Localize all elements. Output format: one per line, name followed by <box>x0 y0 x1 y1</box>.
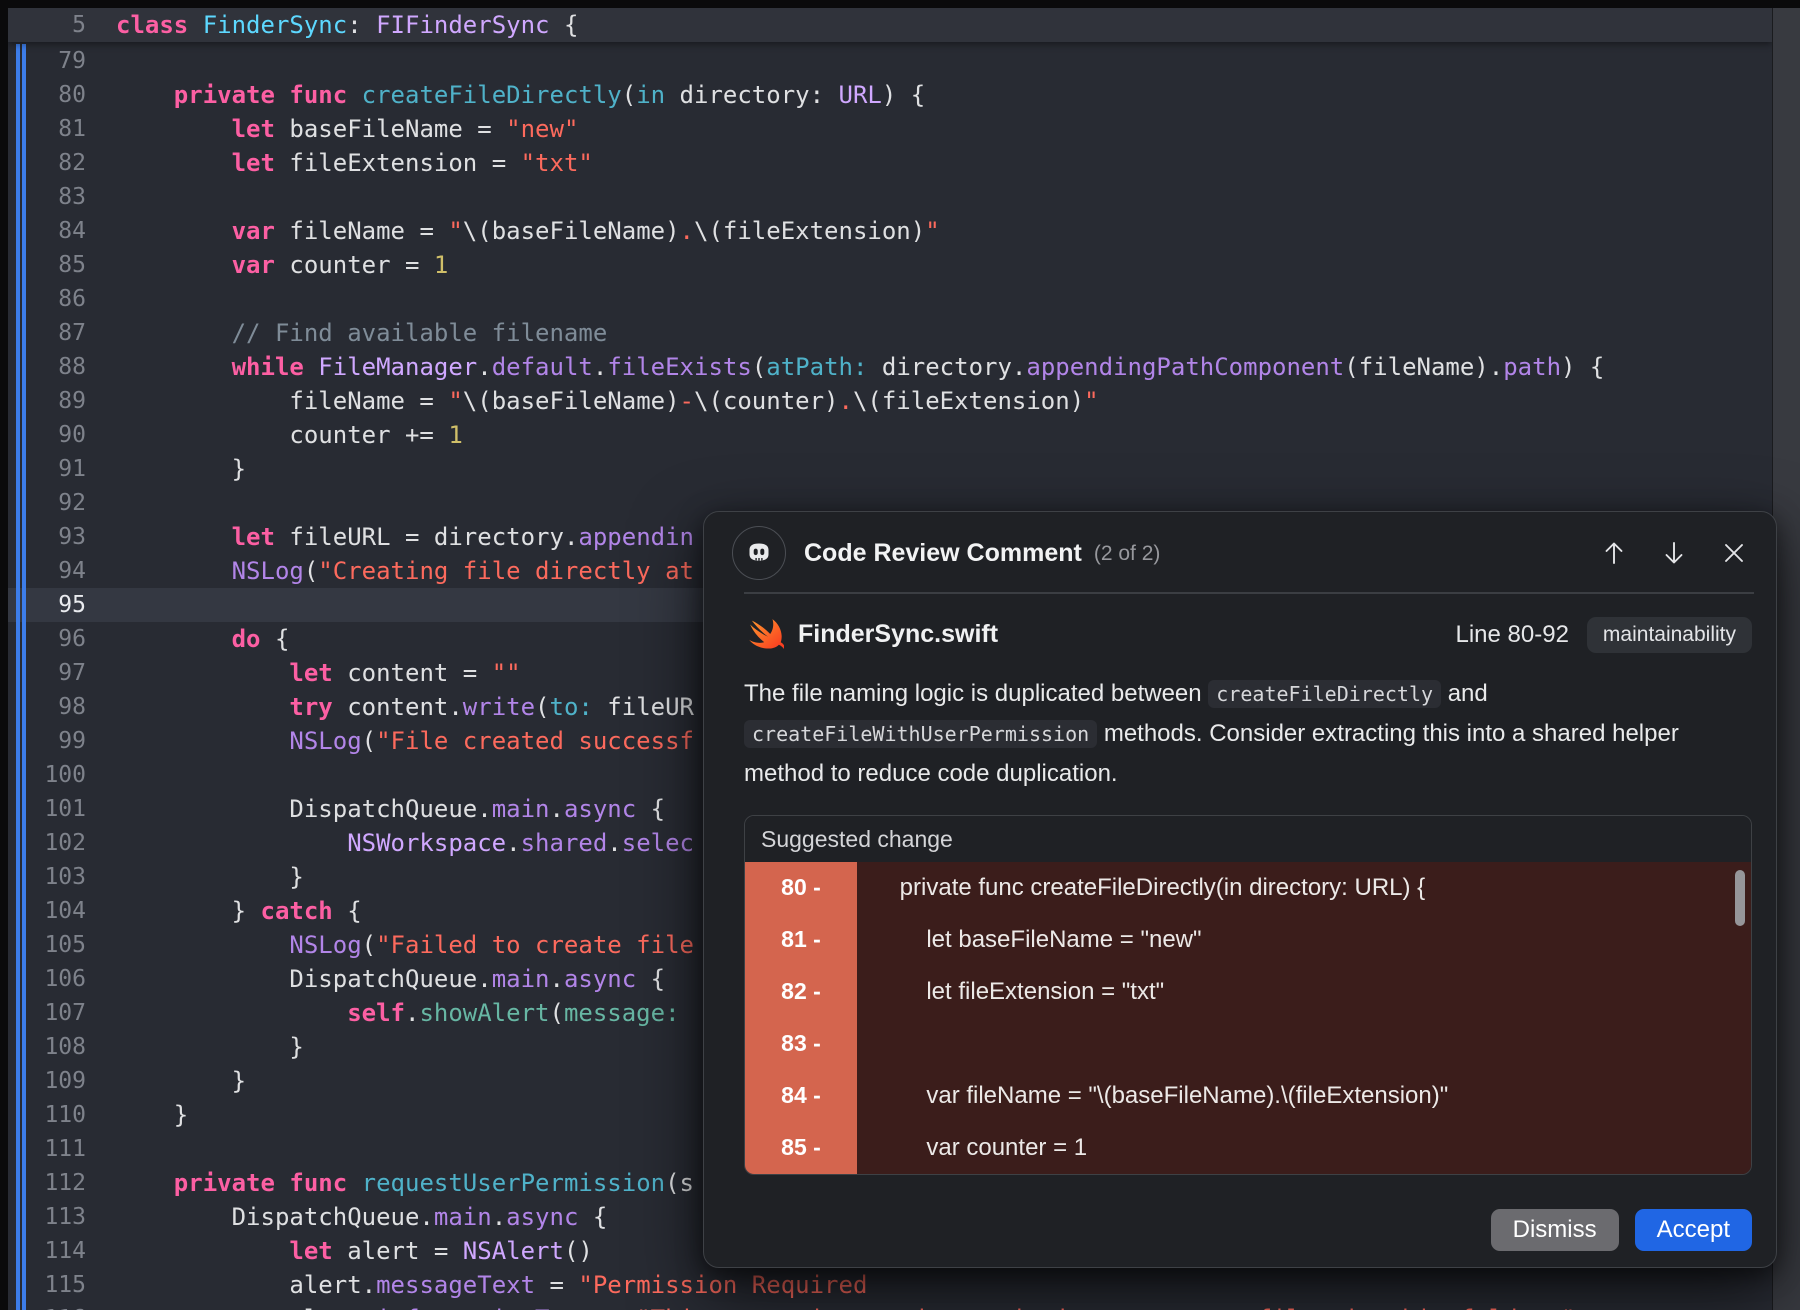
diff-code: let baseFileName = "new" <box>857 926 1202 954</box>
code-line-90[interactable]: 90 counter += 1 <box>8 418 1772 452</box>
line-code: fileName = "\(baseFileName)-\(counter).\… <box>116 384 1099 418</box>
sticky-line-number: 5 <box>8 8 108 42</box>
category-badge: maintainability <box>1587 617 1752 653</box>
line-code: while FileManager.default.fileExists(atP… <box>116 350 1604 384</box>
line-code: var counter = 1 <box>116 248 448 282</box>
comment-body: The file naming logic is duplicated betw… <box>744 674 1694 793</box>
sticky-declaration-header: 5 class FinderSync: FIFinderSync { <box>8 8 1772 42</box>
previous-comment-button[interactable] <box>1598 537 1630 569</box>
diff-line-number: 82 - <box>745 966 857 1018</box>
popup-title: Code Review Comment <box>804 539 1082 568</box>
diff-code: var counter = 1 <box>857 1134 1087 1162</box>
line-code: var fileName = "\(baseFileName).\(fileEx… <box>116 214 940 248</box>
line-code: // Find available filename <box>116 316 607 350</box>
comment-text: and <box>1441 680 1488 707</box>
code-line-116[interactable]: 116 alert.informativeText = "This extens… <box>8 1302 1772 1310</box>
file-name: FinderSync.swift <box>798 620 998 649</box>
code-line-80[interactable]: 80 private func createFileDirectly(in di… <box>8 78 1772 112</box>
diff-rows: 80 - private func createFileDirectly(in … <box>745 862 1751 1174</box>
code-review-popup: Code Review Comment (2 of 2) <box>703 511 1777 1268</box>
code-line-88[interactable]: 88 while FileManager.default.fileExists(… <box>8 350 1772 384</box>
diff-line-number: 84 - <box>745 1070 857 1122</box>
line-code: try content.write(to: fileUR <box>116 690 694 724</box>
code-line-83[interactable]: 83 <box>8 180 1772 214</box>
close-icon <box>1720 539 1748 567</box>
line-code: alert.messageText = "Permission Required <box>116 1268 867 1302</box>
diff-line-number: 83 - <box>745 1018 857 1070</box>
line-code: } <box>116 1064 246 1098</box>
line-code: let content = "" <box>116 656 521 690</box>
change-ribbon <box>22 44 26 1310</box>
xcode-editor-window: 5 class FinderSync: FIFinderSync { 7980 … <box>0 0 1800 1310</box>
code-line-89[interactable]: 89 fileName = "\(baseFileName)-\(counter… <box>8 384 1772 418</box>
diff-row-84: 84 - var fileName = "\(baseFileName).\(f… <box>745 1070 1751 1122</box>
file-row: FinderSync.swift Line 80-92 maintainabil… <box>742 614 1752 656</box>
header-divider <box>744 592 1754 594</box>
line-code: } <box>116 1098 188 1132</box>
diff-code: let fileExtension = "txt" <box>857 978 1164 1006</box>
down-arrow-icon <box>1660 539 1688 567</box>
comment-text: The file naming logic is duplicated betw… <box>744 680 1208 707</box>
diff-row-81: 81 - let baseFileName = "new" <box>745 914 1751 966</box>
line-code: let alert = NSAlert() <box>116 1234 593 1268</box>
line-code: NSLog("Failed to create file <box>116 928 694 962</box>
line-code: NSLog("File created successf <box>116 724 694 758</box>
diff-row-82: 82 - let fileExtension = "txt" <box>745 966 1751 1018</box>
code-line-84[interactable]: 84 var fileName = "\(baseFileName).\(fil… <box>8 214 1772 248</box>
diff-code: var fileName = "\(baseFileName).\(fileEx… <box>857 1082 1448 1110</box>
up-arrow-icon <box>1600 539 1628 567</box>
diff-row-80: 80 - private func createFileDirectly(in … <box>745 862 1751 914</box>
inline-code: createFileWithUserPermission <box>744 720 1097 748</box>
line-code: let fileExtension = "txt" <box>116 146 593 180</box>
line-code: } <box>116 1030 304 1064</box>
line-code: private func requestUserPermission(s <box>116 1166 694 1200</box>
code-line-87[interactable]: 87 // Find available filename <box>8 316 1772 350</box>
diff-row-85: 85 - var counter = 1 <box>745 1122 1751 1174</box>
close-button[interactable] <box>1718 537 1750 569</box>
line-code: DispatchQueue.main.async { <box>116 962 665 996</box>
line-code: DispatchQueue.main.async { <box>116 1200 607 1234</box>
diff-code: private func createFileDirectly(in direc… <box>857 874 1425 902</box>
line-code: NSWorkspace.shared.selec <box>116 826 694 860</box>
comment-counter: (2 of 2) <box>1094 542 1161 566</box>
line-code: do { <box>116 622 289 656</box>
code-line-79[interactable]: 79 <box>8 44 1772 78</box>
suggested-change-label: Suggested change <box>745 816 1751 862</box>
suggested-change-box: Suggested change 80 - private func creat… <box>744 815 1752 1175</box>
line-code: DispatchQueue.main.async { <box>116 792 665 826</box>
line-code: } <box>116 860 304 894</box>
change-ribbon <box>16 44 20 1310</box>
line-code: NSLog("Creating file directly at <box>116 554 694 588</box>
copilot-icon <box>732 526 786 580</box>
line-code: let fileURL = directory.appendin <box>116 520 694 554</box>
diff-line-number: 80 - <box>745 862 857 914</box>
line-code: let baseFileName = "new" <box>116 112 578 146</box>
swift-logo-icon <box>742 614 784 656</box>
popup-header: Code Review Comment (2 of 2) <box>704 512 1776 592</box>
line-range: Line 80-92 <box>1455 621 1568 649</box>
dismiss-button[interactable]: Dismiss <box>1491 1209 1619 1251</box>
sticky-code: class FinderSync: FIFinderSync { <box>116 8 578 42</box>
diff-line-number: 81 - <box>745 914 857 966</box>
diff-line-number: 85 - <box>745 1122 857 1174</box>
diff-block: 80 - private func createFileDirectly(in … <box>745 862 1751 1174</box>
code-line-91[interactable]: 91 } <box>8 452 1772 486</box>
line-code: self.showAlert(message: <box>116 996 680 1030</box>
code-line-115[interactable]: 115 alert.messageText = "Permission Requ… <box>8 1268 1772 1302</box>
line-code: private func createFileDirectly(in direc… <box>116 78 925 112</box>
line-code: } catch { <box>116 894 362 928</box>
code-line-86[interactable]: 86 <box>8 282 1772 316</box>
line-code: counter += 1 <box>116 418 463 452</box>
next-comment-button[interactable] <box>1658 537 1690 569</box>
popup-actions: Dismiss Accept <box>704 1209 1776 1267</box>
diff-scrollbar-thumb[interactable] <box>1735 870 1745 926</box>
line-code: alert.informativeText = "This extension … <box>116 1302 1575 1310</box>
inline-code: createFileDirectly <box>1208 680 1441 708</box>
code-line-82[interactable]: 82 let fileExtension = "txt" <box>8 146 1772 180</box>
code-line-85[interactable]: 85 var counter = 1 <box>8 248 1772 282</box>
code-line-81[interactable]: 81 let baseFileName = "new" <box>8 112 1772 146</box>
line-code: } <box>116 452 246 486</box>
diff-row-83: 83 - <box>745 1018 1751 1070</box>
accept-button[interactable]: Accept <box>1635 1209 1752 1251</box>
